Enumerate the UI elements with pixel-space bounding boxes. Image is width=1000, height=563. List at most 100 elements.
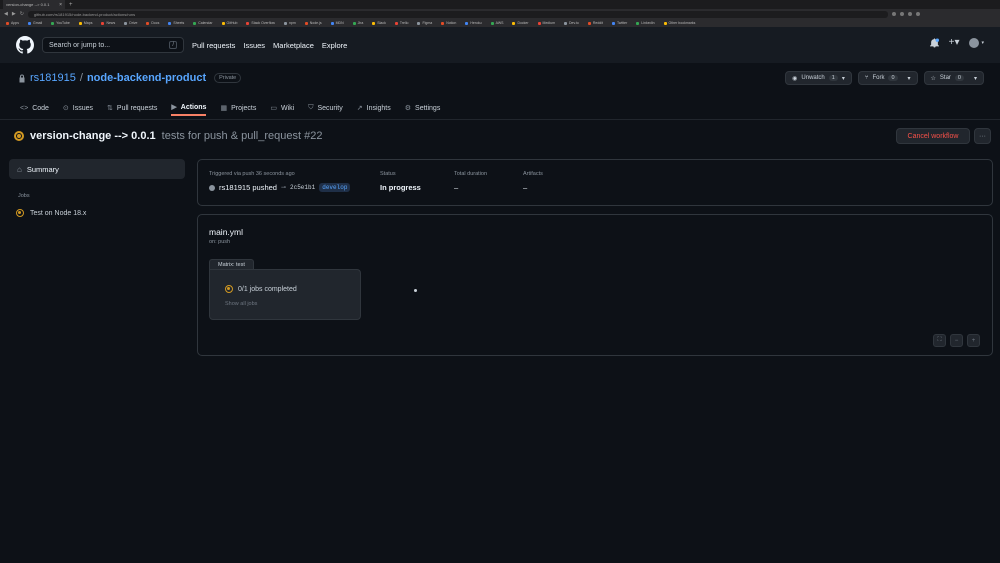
status-column: Status In progress: [380, 171, 421, 192]
bookmark-item[interactable]: Docker: [512, 21, 529, 25]
extension-icon[interactable]: [891, 12, 896, 16]
bookmark-item[interactable]: Calendar: [193, 21, 213, 25]
bookmark-item[interactable]: Dev.to: [564, 21, 579, 25]
star-label: Star: [939, 75, 951, 81]
bookmark-item[interactable]: Jira: [352, 21, 363, 25]
bookmark-item[interactable]: Gmail: [27, 21, 43, 25]
close-tab-icon[interactable]: ×: [59, 2, 62, 8]
repo-name-link[interactable]: node-backend-product: [87, 72, 206, 84]
sidebar-item-summary[interactable]: ⌂ Summary: [9, 159, 185, 179]
forward-icon[interactable]: ▶: [12, 11, 16, 17]
zoom-out-button[interactable]: −: [950, 334, 963, 347]
extension-icon[interactable]: [907, 12, 912, 16]
bookmark-item[interactable]: AWS: [490, 21, 503, 25]
bookmark-label: Twitter: [616, 21, 628, 25]
cancel-workflow-button[interactable]: Cancel workflow: [896, 128, 970, 144]
bookmark-item[interactable]: Docs: [146, 21, 159, 25]
header-nav: Pull requests Issues Marketplace Explore: [192, 41, 347, 50]
fit-to-screen-button[interactable]: ⛶: [933, 334, 946, 347]
show-all-jobs-link[interactable]: Show all jobs: [225, 301, 257, 307]
search-input[interactable]: Search or jump to... /: [42, 37, 184, 53]
bookmark-label: Stack Overflow: [251, 21, 275, 25]
bookmark-item[interactable]: Medium: [537, 21, 555, 25]
url-bar[interactable]: github.com/rs181915/node-backend-product…: [27, 10, 888, 18]
eye-icon: ◉: [792, 75, 798, 82]
avatar: [969, 37, 980, 48]
bookmark-favicon-icon: [417, 21, 421, 25]
reload-icon[interactable]: ↻: [20, 11, 24, 17]
user-menu[interactable]: ▾: [969, 37, 984, 48]
pusher-text[interactable]: rs181915 pushed: [219, 183, 277, 192]
nav-explore[interactable]: Explore: [322, 41, 347, 50]
artifacts-value: –: [523, 183, 528, 192]
visibility-badge: Private: [214, 73, 242, 83]
bookmark-favicon-icon: [587, 21, 591, 25]
back-icon[interactable]: ◀: [4, 11, 8, 17]
mouse-cursor: [414, 289, 417, 292]
bookmark-item[interactable]: Twitter: [611, 21, 628, 25]
fork-button[interactable]: ⑂ Fork 0 ▾: [857, 71, 918, 85]
create-new-icon[interactable]: +▾: [949, 37, 960, 48]
bookmark-item[interactable]: Other bookmarks: [663, 21, 695, 25]
tab-code[interactable]: <> Code: [20, 100, 49, 116]
bookmark-item[interactable]: Trello: [394, 21, 408, 25]
header-right: +▾ ▾: [929, 37, 984, 48]
bookmark-item[interactable]: News: [101, 21, 115, 25]
tab-pull-requests[interactable]: ⇅ Pull requests: [107, 100, 157, 116]
tab-insights[interactable]: ↗ Insights: [357, 100, 391, 116]
bookmark-item[interactable]: Reddit: [587, 21, 603, 25]
bookmark-item[interactable]: Apps: [6, 21, 19, 25]
bookmark-label: GitHub: [226, 21, 238, 25]
profile-icon[interactable]: [915, 12, 920, 16]
bookmark-item[interactable]: Sheets: [168, 21, 184, 25]
tab-code-label: Code: [32, 104, 49, 112]
extension-icon[interactable]: [899, 12, 904, 16]
nav-marketplace[interactable]: Marketplace: [273, 41, 314, 50]
bookmark-item[interactable]: Maps: [78, 21, 92, 25]
github-logo-icon[interactable]: [16, 36, 34, 54]
bookmark-item[interactable]: Notion: [441, 21, 456, 25]
repo-owner-link[interactable]: rs181915: [30, 72, 76, 84]
bell-icon[interactable]: [929, 38, 939, 48]
bookmark-favicon-icon: [193, 21, 197, 25]
book-icon: ▭: [270, 105, 277, 112]
bookmark-item[interactable]: npm: [283, 21, 296, 25]
browser-tab[interactable]: version-change --> 0.0.1 ×: [3, 0, 65, 9]
tab-security[interactable]: ⛉ Security: [308, 100, 343, 116]
bookmark-favicon-icon: [490, 21, 494, 25]
bookmark-item[interactable]: YouTube: [51, 21, 70, 25]
lock-icon: [19, 74, 25, 82]
zoom-in-button[interactable]: +: [967, 334, 980, 347]
trigger-column: Triggered via push 36 seconds ago rs1819…: [209, 171, 351, 192]
more-options-button[interactable]: ···: [974, 128, 991, 144]
repo-separator: /: [79, 72, 83, 84]
search-shortcut-key: /: [169, 41, 177, 49]
bookmark-item[interactable]: LinkedIn: [636, 21, 655, 25]
bookmark-item[interactable]: Heroku: [465, 21, 482, 25]
search-placeholder: Search or jump to...: [49, 41, 111, 49]
bookmark-label: Slack: [377, 21, 386, 25]
nav-issues[interactable]: Issues: [243, 41, 265, 50]
bookmark-item[interactable]: Drive: [124, 21, 137, 25]
in-progress-icon: [14, 131, 24, 141]
commit-sha[interactable]: 2c5e1b1: [290, 184, 315, 191]
new-tab-button[interactable]: +: [69, 2, 73, 8]
unwatch-button[interactable]: ◉ Unwatch 1 ▾: [785, 71, 852, 85]
tab-projects[interactable]: ▦ Projects: [220, 100, 256, 116]
star-button[interactable]: ☆ Star 0 ▾: [923, 71, 984, 85]
bookmark-item[interactable]: MDN: [330, 21, 344, 25]
tab-actions[interactable]: ▶ Actions: [171, 100, 207, 116]
tab-settings[interactable]: ⚙ Settings: [405, 100, 441, 116]
bookmark-item[interactable]: Figma: [417, 21, 432, 25]
bookmark-item[interactable]: Node.js: [304, 21, 322, 25]
bookmark-item[interactable]: Stack Overflow: [246, 21, 275, 25]
nav-pull-requests[interactable]: Pull requests: [192, 41, 235, 50]
tab-wiki[interactable]: ▭ Wiki: [270, 100, 294, 116]
bookmark-item[interactable]: Slack: [372, 21, 386, 25]
bookmark-label: Gmail: [32, 21, 43, 25]
matrix-job-box[interactable]: 0/1 jobs completed Show all jobs: [209, 269, 361, 320]
tab-issues[interactable]: ⊙ Issues: [63, 100, 93, 116]
branch-tag[interactable]: develop: [319, 183, 351, 192]
sidebar-job-item[interactable]: Test on Node 18.x: [16, 209, 185, 217]
bookmark-item[interactable]: GitHub: [221, 21, 238, 25]
